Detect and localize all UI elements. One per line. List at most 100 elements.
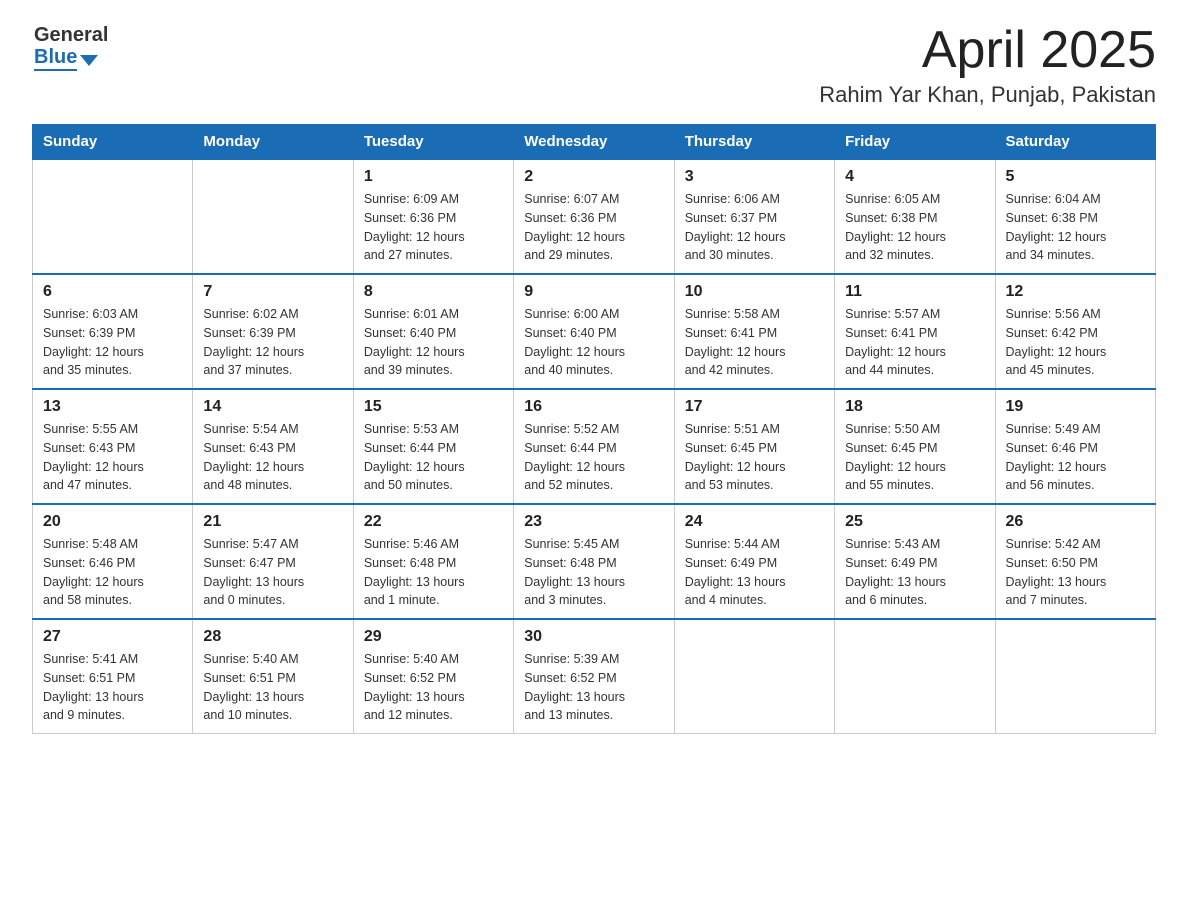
day-of-week-header: Thursday <box>674 125 834 160</box>
day-info: Sunrise: 5:45 AM Sunset: 6:48 PM Dayligh… <box>524 535 663 610</box>
day-info: Sunrise: 5:42 AM Sunset: 6:50 PM Dayligh… <box>1006 535 1145 610</box>
calendar-cell: 24 Sunrise: 5:44 AM Sunset: 6:49 PM Dayli… <box>674 504 834 619</box>
day-info: Sunrise: 6:07 AM Sunset: 6:36 PM Dayligh… <box>524 190 663 265</box>
logo: General Blue <box>32 24 108 71</box>
calendar-cell: 17Sunrise: 5:51 AM Sunset: 6:45 PM Dayli… <box>674 389 834 504</box>
page-header: General Blue April 2025 Rahim Yar Khan, … <box>32 24 1156 108</box>
day-number: 5 <box>1006 168 1145 186</box>
day-number: 2 <box>524 168 663 186</box>
logo-chevron-icon <box>80 55 98 66</box>
calendar-cell: 19 Sunrise: 5:49 AM Sunset: 6:46 PM Dayli… <box>995 389 1155 504</box>
calendar-cell: 11 Sunrise: 5:57 AM Sunset: 6:41 PM Dayli… <box>835 274 995 389</box>
calendar-cell: 2 Sunrise: 6:07 AM Sunset: 6:36 PM Daylig… <box>514 159 674 274</box>
day-info: Sunrise: 6:03 AM Sunset: 6:39 PM Dayligh… <box>43 305 182 380</box>
day-info: Sunrise: 5:46 AM Sunset: 6:48 PM Dayligh… <box>364 535 503 610</box>
day-of-week-header: Monday <box>193 125 353 160</box>
calendar-cell: 4 Sunrise: 6:05 AM Sunset: 6:38 PM Daylig… <box>835 159 995 274</box>
day-info: Sunrise: 5:54 AM Sunset: 6:43 PM Dayligh… <box>203 420 342 495</box>
day-info: Sunrise: 5:43 AM Sunset: 6:49 PM Dayligh… <box>845 535 984 610</box>
calendar-cell: 13Sunrise: 5:55 AM Sunset: 6:43 PM Dayli… <box>33 389 193 504</box>
calendar-cell: 22 Sunrise: 5:46 AM Sunset: 6:48 PM Dayli… <box>353 504 513 619</box>
calendar-body: 1 Sunrise: 6:09 AM Sunset: 6:36 PM Daylig… <box>33 159 1156 734</box>
calendar-cell <box>995 619 1155 734</box>
day-number: 14 <box>203 398 342 416</box>
day-number: 16 <box>524 398 663 416</box>
location-title: Rahim Yar Khan, Punjab, Pakistan <box>819 82 1156 108</box>
calendar-cell: 1 Sunrise: 6:09 AM Sunset: 6:36 PM Daylig… <box>353 159 513 274</box>
day-info: Sunrise: 5:40 AM Sunset: 6:51 PM Dayligh… <box>203 650 342 725</box>
calendar-cell <box>674 619 834 734</box>
day-info: Sunrise: 6:06 AM Sunset: 6:37 PM Dayligh… <box>685 190 824 265</box>
day-info: Sunrise: 5:39 AM Sunset: 6:52 PM Dayligh… <box>524 650 663 725</box>
calendar-cell: 25 Sunrise: 5:43 AM Sunset: 6:49 PM Dayli… <box>835 504 995 619</box>
calendar-cell: 5 Sunrise: 6:04 AM Sunset: 6:38 PM Daylig… <box>995 159 1155 274</box>
calendar-week-row: 27Sunrise: 5:41 AM Sunset: 6:51 PM Dayli… <box>33 619 1156 734</box>
day-number: 23 <box>524 513 663 531</box>
day-number: 19 <box>1006 398 1145 416</box>
calendar-cell <box>835 619 995 734</box>
calendar-cell: 12 Sunrise: 5:56 AM Sunset: 6:42 PM Dayli… <box>995 274 1155 389</box>
day-info: Sunrise: 5:56 AM Sunset: 6:42 PM Dayligh… <box>1006 305 1145 380</box>
calendar-header: SundayMondayTuesdayWednesdayThursdayFrid… <box>33 125 1156 160</box>
day-number: 28 <box>203 628 342 646</box>
title-area: April 2025 Rahim Yar Khan, Punjab, Pakis… <box>819 24 1156 108</box>
day-number: 10 <box>685 283 824 301</box>
day-number: 3 <box>685 168 824 186</box>
calendar-cell: 20 Sunrise: 5:48 AM Sunset: 6:46 PM Dayli… <box>33 504 193 619</box>
calendar-week-row: 20 Sunrise: 5:48 AM Sunset: 6:46 PM Dayli… <box>33 504 1156 619</box>
day-info: Sunrise: 5:50 AM Sunset: 6:45 PM Dayligh… <box>845 420 984 495</box>
day-info: Sunrise: 5:48 AM Sunset: 6:46 PM Dayligh… <box>43 535 182 610</box>
day-info: Sunrise: 6:04 AM Sunset: 6:38 PM Dayligh… <box>1006 190 1145 265</box>
calendar-cell: 15 Sunrise: 5:53 AM Sunset: 6:44 PM Dayli… <box>353 389 513 504</box>
day-info: Sunrise: 6:00 AM Sunset: 6:40 PM Dayligh… <box>524 305 663 380</box>
calendar-cell: 10Sunrise: 5:58 AM Sunset: 6:41 PM Dayli… <box>674 274 834 389</box>
calendar-cell: 26 Sunrise: 5:42 AM Sunset: 6:50 PM Dayli… <box>995 504 1155 619</box>
day-number: 9 <box>524 283 663 301</box>
day-number: 20 <box>43 513 182 531</box>
calendar-cell: 23 Sunrise: 5:45 AM Sunset: 6:48 PM Dayli… <box>514 504 674 619</box>
day-info: Sunrise: 6:02 AM Sunset: 6:39 PM Dayligh… <box>203 305 342 380</box>
day-number: 6 <box>43 283 182 301</box>
calendar-cell <box>33 159 193 274</box>
day-of-week-header: Sunday <box>33 125 193 160</box>
calendar-cell: 18Sunrise: 5:50 AM Sunset: 6:45 PM Dayli… <box>835 389 995 504</box>
calendar-cell: 7 Sunrise: 6:02 AM Sunset: 6:39 PM Daylig… <box>193 274 353 389</box>
day-info: Sunrise: 6:09 AM Sunset: 6:36 PM Dayligh… <box>364 190 503 265</box>
day-number: 22 <box>364 513 503 531</box>
day-number: 1 <box>364 168 503 186</box>
day-number: 7 <box>203 283 342 301</box>
day-number: 30 <box>524 628 663 646</box>
day-info: Sunrise: 5:57 AM Sunset: 6:41 PM Dayligh… <box>845 305 984 380</box>
day-number: 21 <box>203 513 342 531</box>
day-number: 4 <box>845 168 984 186</box>
day-header-row: SundayMondayTuesdayWednesdayThursdayFrid… <box>33 125 1156 160</box>
day-info: Sunrise: 5:44 AM Sunset: 6:49 PM Dayligh… <box>685 535 824 610</box>
day-info: Sunrise: 6:01 AM Sunset: 6:40 PM Dayligh… <box>364 305 503 380</box>
calendar-cell: 3 Sunrise: 6:06 AM Sunset: 6:37 PM Daylig… <box>674 159 834 274</box>
calendar-cell: 16 Sunrise: 5:52 AM Sunset: 6:44 PM Dayli… <box>514 389 674 504</box>
calendar-cell: 27Sunrise: 5:41 AM Sunset: 6:51 PM Dayli… <box>33 619 193 734</box>
calendar-week-row: 6 Sunrise: 6:03 AM Sunset: 6:39 PM Daylig… <box>33 274 1156 389</box>
day-of-week-header: Wednesday <box>514 125 674 160</box>
day-info: Sunrise: 6:05 AM Sunset: 6:38 PM Dayligh… <box>845 190 984 265</box>
day-number: 12 <box>1006 283 1145 301</box>
day-number: 25 <box>845 513 984 531</box>
logo-general-text: General <box>34 24 108 46</box>
calendar-week-row: 13Sunrise: 5:55 AM Sunset: 6:43 PM Dayli… <box>33 389 1156 504</box>
calendar-cell: 8 Sunrise: 6:01 AM Sunset: 6:40 PM Daylig… <box>353 274 513 389</box>
day-number: 24 <box>685 513 824 531</box>
day-info: Sunrise: 5:55 AM Sunset: 6:43 PM Dayligh… <box>43 420 182 495</box>
day-number: 8 <box>364 283 503 301</box>
logo-blue-text: Blue <box>34 46 77 71</box>
day-number: 11 <box>845 283 984 301</box>
month-title: April 2025 <box>819 24 1156 76</box>
day-number: 15 <box>364 398 503 416</box>
calendar-table: SundayMondayTuesdayWednesdayThursdayFrid… <box>32 124 1156 734</box>
day-info: Sunrise: 5:49 AM Sunset: 6:46 PM Dayligh… <box>1006 420 1145 495</box>
day-number: 26 <box>1006 513 1145 531</box>
calendar-cell: 30 Sunrise: 5:39 AM Sunset: 6:52 PM Dayli… <box>514 619 674 734</box>
day-info: Sunrise: 5:53 AM Sunset: 6:44 PM Dayligh… <box>364 420 503 495</box>
day-info: Sunrise: 5:52 AM Sunset: 6:44 PM Dayligh… <box>524 420 663 495</box>
calendar-cell: 28 Sunrise: 5:40 AM Sunset: 6:51 PM Dayli… <box>193 619 353 734</box>
day-number: 29 <box>364 628 503 646</box>
